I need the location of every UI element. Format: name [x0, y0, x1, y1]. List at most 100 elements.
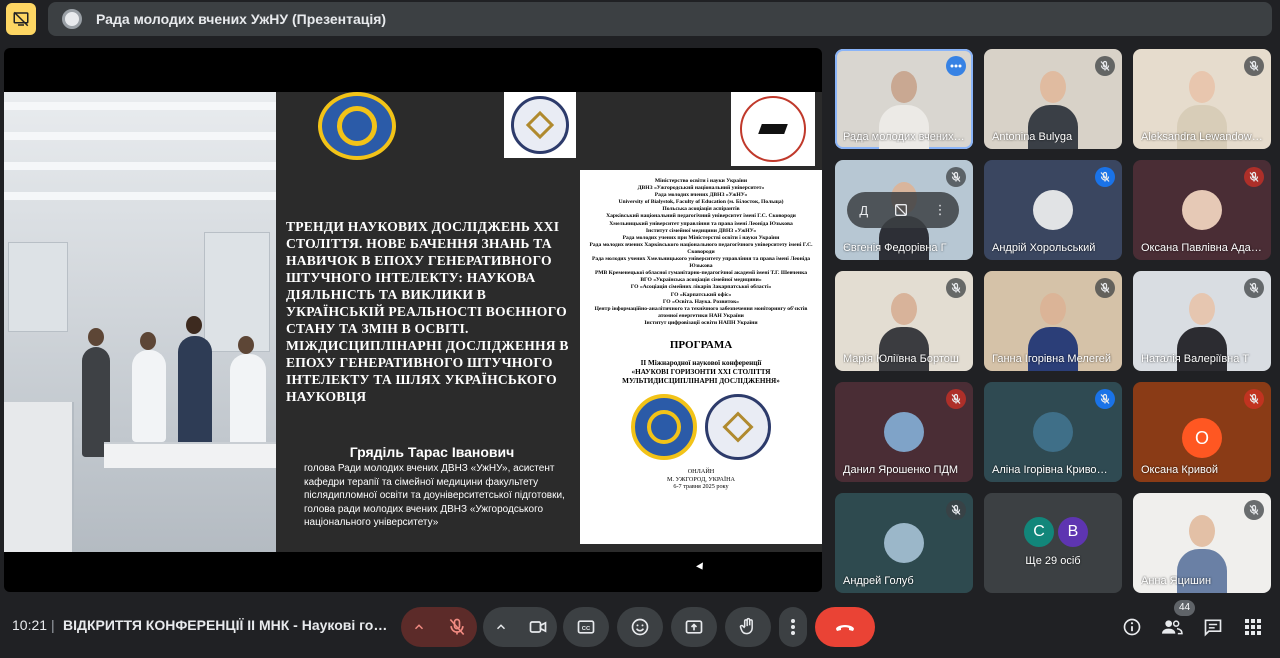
orgs-line: ГО «Освіта. Наука. Розвиток» — [662, 298, 740, 305]
participant-tile[interactable]: Анна Яцишин — [1133, 493, 1271, 593]
participant-tile[interactable]: Данил Ярошенко ПДМ — [835, 382, 973, 482]
conf-line: ІІ Міжнародної наукової конференції — [640, 358, 762, 367]
mic-off-icon — [1244, 278, 1264, 298]
participant-name: Анна Яцишин — [1141, 575, 1212, 587]
institute-seal-small — [705, 393, 771, 460]
speaker-description: голова Ради молодих вчених ДВНЗ «УжНУ», … — [304, 463, 565, 528]
participant-tile[interactable]: О Оксана Кривой — [1133, 382, 1271, 482]
present-off-icon — [13, 11, 29, 27]
mic-off-icon — [946, 389, 966, 409]
camera-toggle-button[interactable] — [519, 607, 557, 647]
raise-hand-button[interactable] — [725, 607, 771, 647]
foot-line: 6-7 травня 2025 року — [673, 483, 729, 491]
program-footer: ОНЛАЙН М. УЖГОРОД, УКРАЇНА 6-7 травня 2025… — [586, 468, 816, 491]
chevron-up-icon — [496, 624, 506, 630]
emoji-icon — [631, 618, 649, 636]
activities-button[interactable] — [1240, 614, 1266, 640]
participant-name: Марія Юліївна Бортош — [843, 353, 959, 365]
avatar — [1033, 190, 1073, 230]
meeting-name: ВІДКРИТТЯ КОНФЕРЕНЦІЇ ІІ МНК - Наукові г… — [63, 617, 389, 633]
participant-name: Antonina Bulyga — [992, 131, 1073, 143]
tile-hover-controls[interactable]: Д ⋮ — [847, 192, 959, 228]
present-now-button[interactable] — [671, 607, 717, 647]
chat-icon — [1204, 619, 1222, 637]
participant-name: Андрій Хорольський — [992, 242, 1096, 254]
mic-off-icon — [1095, 167, 1115, 187]
people-button[interactable] — [1159, 614, 1185, 640]
laboratory-photo — [4, 92, 276, 552]
orgs-line: Рада молодих вчених Харківського націона… — [589, 241, 813, 255]
participant-tile[interactable]: C B Ще 29 осіб — [984, 493, 1122, 593]
mic-off-icon — [1244, 167, 1264, 187]
participant-tile[interactable]: Оксана Павлівна Адамович — [1133, 160, 1271, 260]
shared-screen[interactable]: ТРЕНДИ НАУКОВИХ ДОСЛІДЖЕНЬ XXI СТОЛІТТЯ.… — [4, 48, 822, 592]
video-options-button[interactable] — [483, 607, 519, 647]
avatar — [884, 412, 924, 452]
orgs-line: Харківський національний педагогічний ун… — [606, 213, 796, 220]
frame-icon[interactable] — [893, 202, 909, 218]
orgs-line: Рада молодих учених при Міністерстві осв… — [622, 234, 780, 241]
participant-tile[interactable]: Марія Юліївна Бортош — [835, 271, 973, 371]
slide-text-column: ТРЕНДИ НАУКОВИХ ДОСЛІДЖЕНЬ XXI СТОЛІТТЯ.… — [282, 92, 576, 552]
university-logo-icon — [62, 9, 82, 29]
presentation-title: Рада молодих вчених УжНУ (Презентація) — [96, 11, 387, 27]
participant-name: Данил Ярошенко ПДМ — [843, 464, 959, 476]
participant-name: Aleksandra Lewandowska — [1141, 131, 1265, 143]
more-horiz-icon — [946, 56, 966, 76]
participant-tile[interactable]: Ганна Ігорівна Мелегей — [984, 271, 1122, 371]
mic-off-icon — [1244, 56, 1264, 76]
orgs-line: Хмельницький університет управління та п… — [609, 220, 793, 227]
apps-grid-icon — [1245, 619, 1261, 635]
meeting-controls-bar: 10:21 | ВІДКРИТТЯ КОНФЕРЕНЦІЇ ІІ МНК - Н… — [0, 600, 1280, 658]
mouse-cursor — [696, 562, 706, 572]
participant-tile[interactable]: Андрій Хорольський — [984, 160, 1122, 260]
chat-button[interactable] — [1200, 614, 1226, 640]
mic-off-icon — [1095, 56, 1115, 76]
avatar: C — [1022, 515, 1056, 549]
more-options-button[interactable] — [779, 607, 807, 647]
conference-program-cover: Міністерство освіти і науки України ДВНЗ … — [580, 170, 822, 544]
participant-tile[interactable]: Рада молодих вчених УжНУ — [835, 49, 973, 149]
organizers-list: Міністерство освіти і науки України ДВНЗ … — [586, 178, 816, 327]
more-vert-icon — [791, 619, 795, 635]
participant-name: Наталія Валеріївна Т — [1141, 353, 1250, 365]
avatar — [1182, 190, 1222, 230]
tile-more-button[interactable]: ⋮ — [934, 202, 947, 218]
conference-name: ІІ Міжнародної наукової конференції «НАУК… — [586, 359, 816, 386]
mic-off-icon — [946, 500, 966, 520]
uzhnu-seal — [631, 393, 697, 460]
mic-off-icon — [1244, 500, 1264, 520]
participant-tile[interactable]: Аліна Ігорівна Кривошеїна — [984, 382, 1122, 482]
mic-off-icon — [1244, 389, 1264, 409]
orgs-line: Інститут цифровізації освіти НАПН Україн… — [644, 319, 758, 326]
participant-tile[interactable]: Antonina Bulyga — [984, 49, 1122, 149]
mic-off-icon — [1095, 389, 1115, 409]
orgs-line: Центр інформаційно-аналітичного та техні… — [594, 305, 808, 319]
participant-name: Оксана Кривой — [1141, 464, 1219, 476]
orgs-line: University of Bialystok, Faculty of Educ… — [618, 199, 784, 206]
presentation-title-bar[interactable]: Рада молодих вчених УжНУ (Презентація) — [48, 2, 1272, 36]
microphone-toggle-button[interactable] — [437, 607, 477, 647]
participant-tile[interactable]: Д ⋮ Євгенія Федорівна Г — [835, 160, 973, 260]
foot-line: М. УЖГОРОД, УКРАЇНА — [666, 475, 736, 483]
leave-call-button[interactable] — [815, 607, 875, 647]
participant-grid: Рада молодих вчених УжНУ Antonina Bulyga A… — [835, 49, 1275, 593]
uzhnu-logo — [318, 92, 396, 160]
participant-tile[interactable]: Наталія Валеріївна Т — [1133, 271, 1271, 371]
young-scientists-council-logo — [731, 92, 815, 166]
pin-button[interactable]: Д — [859, 203, 868, 218]
presentation-mode-button[interactable] — [6, 3, 36, 35]
present-screen-icon — [685, 620, 703, 634]
institute-seal — [504, 92, 576, 158]
meeting-details-button[interactable] — [1119, 614, 1145, 640]
reactions-button[interactable] — [617, 607, 663, 647]
audio-options-button[interactable] — [401, 607, 437, 647]
program-heading: ПРОГРАМА — [669, 338, 733, 351]
participant-name: Оксана Павлівна Адамович — [1141, 242, 1265, 254]
captions-button[interactable]: CC — [563, 607, 609, 647]
orgs-line: ГО «Карпатський офіс» — [670, 291, 732, 298]
top-bar: Рада молодих вчених УжНУ (Презентація) — [0, 0, 1280, 40]
participant-tile[interactable]: Aleksandra Lewandowska — [1133, 49, 1271, 149]
participant-tile[interactable]: Андрей Голуб — [835, 493, 973, 593]
participant-name: Рада молодих вчених УжНУ — [843, 131, 967, 143]
